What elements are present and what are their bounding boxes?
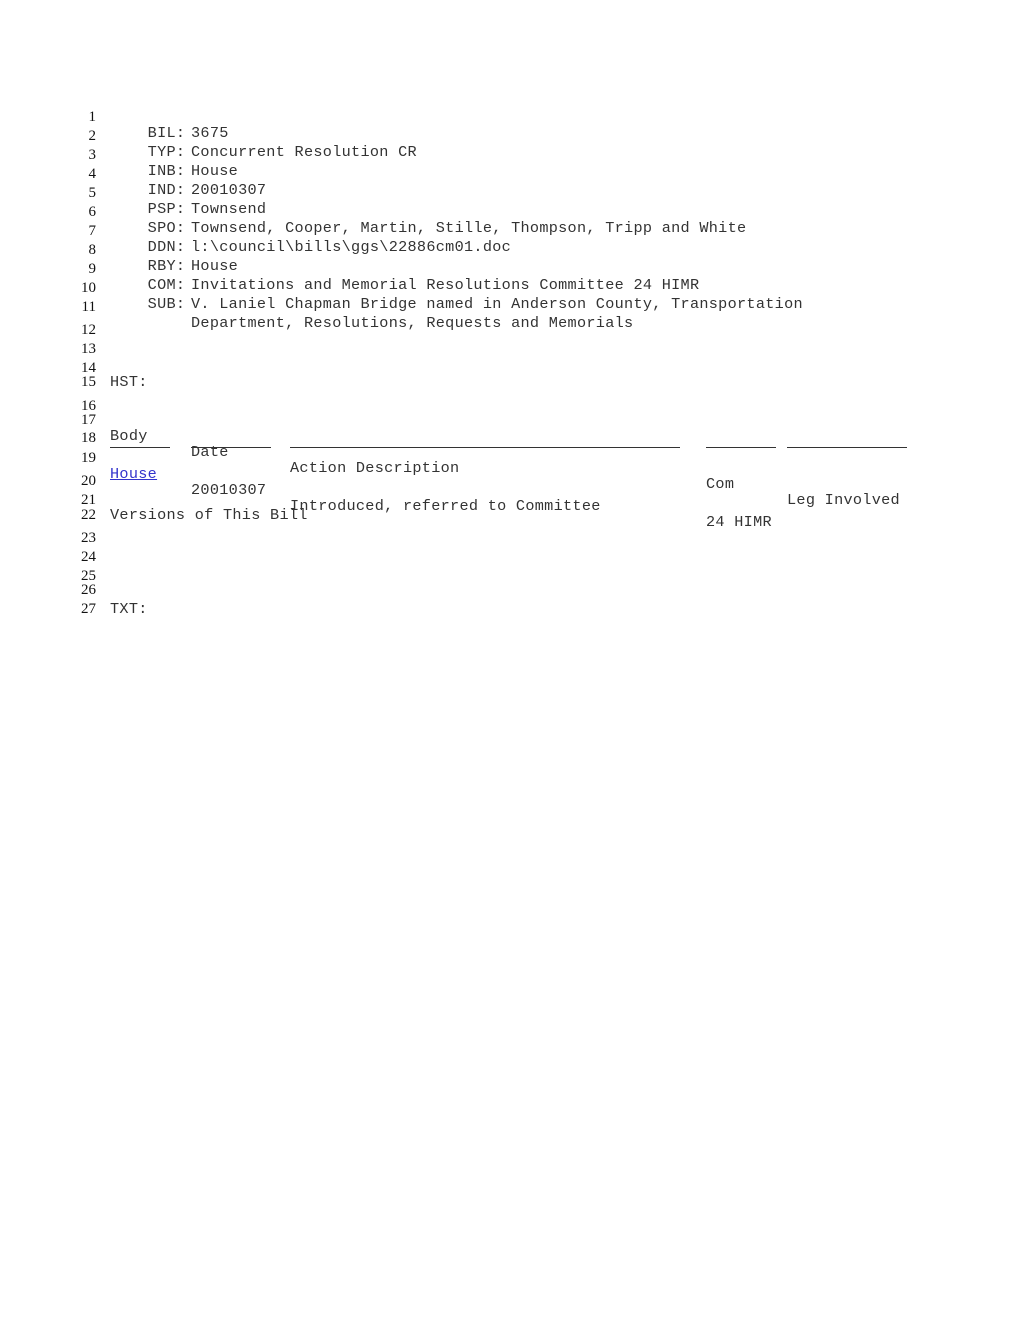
- divider-com: [706, 447, 776, 448]
- line-number: 7: [88, 223, 97, 239]
- field-value: House: [191, 162, 239, 180]
- header-body: Body: [110, 427, 148, 445]
- line-number: 13: [81, 341, 96, 357]
- header-leg: Leg Involved: [787, 491, 900, 509]
- divider-action: [290, 447, 680, 448]
- field-value: 3675: [191, 124, 229, 142]
- line-number: 26: [81, 582, 96, 598]
- text-label: TXT:: [110, 600, 148, 618]
- line-number: 11: [81, 299, 96, 315]
- line-number: 24: [81, 549, 96, 565]
- line-number: 20: [81, 473, 96, 489]
- divider-leg: [787, 447, 907, 448]
- history-label: HST:: [110, 373, 148, 391]
- divider-body: [110, 447, 170, 448]
- line-number: 17: [81, 412, 96, 428]
- field-value: Invitations and Memorial Resolutions Com…: [191, 276, 700, 294]
- line-number: 22: [81, 507, 96, 523]
- line-number: 12: [81, 322, 96, 338]
- line-number: 8: [88, 242, 97, 258]
- line-number: 3: [88, 147, 97, 163]
- line-number: 5: [88, 185, 97, 201]
- line-number: 6: [88, 204, 97, 220]
- field-value: Department, Resolutions, Requests and Me…: [191, 314, 634, 332]
- line-number: 27: [81, 601, 96, 617]
- line-number: 9: [88, 261, 97, 277]
- versions-heading: Versions of This Bill: [110, 506, 308, 524]
- field-value: 20010307: [191, 181, 267, 199]
- row-action: Introduced, referred to Committee: [290, 497, 601, 515]
- line-number: 15: [81, 374, 96, 390]
- line-number: 1: [88, 109, 97, 125]
- line-number: 21: [81, 492, 96, 508]
- line-number: 4: [88, 166, 97, 182]
- field-value: Concurrent Resolution CR: [191, 143, 417, 161]
- field-value: House: [191, 257, 239, 275]
- header-com: Com: [706, 475, 735, 493]
- field-value: Townsend, Cooper, Martin, Stille, Thomps…: [191, 219, 747, 237]
- field-value: l:\council\bills\ggs\22886cm01.doc: [191, 238, 512, 256]
- header-action: Action Description: [290, 459, 460, 477]
- line-number: 19: [81, 450, 96, 466]
- row-com: 24 HIMR: [706, 513, 772, 531]
- field-value: V. Laniel Chapman Bridge named in Anders…: [191, 295, 803, 313]
- row-date: 20010307: [191, 481, 267, 499]
- line-number: 10: [81, 280, 96, 296]
- line-number: 2: [88, 128, 97, 144]
- field-value: Townsend: [191, 200, 267, 218]
- field-sub-continued: Department, Resolutions, Requests and Me…: [110, 299, 633, 347]
- field-label: SUB:: [147, 295, 186, 313]
- line-number: 23: [81, 530, 96, 546]
- body-link[interactable]: House: [110, 466, 157, 482]
- line-number: 18: [81, 430, 96, 446]
- divider-date: [191, 447, 271, 448]
